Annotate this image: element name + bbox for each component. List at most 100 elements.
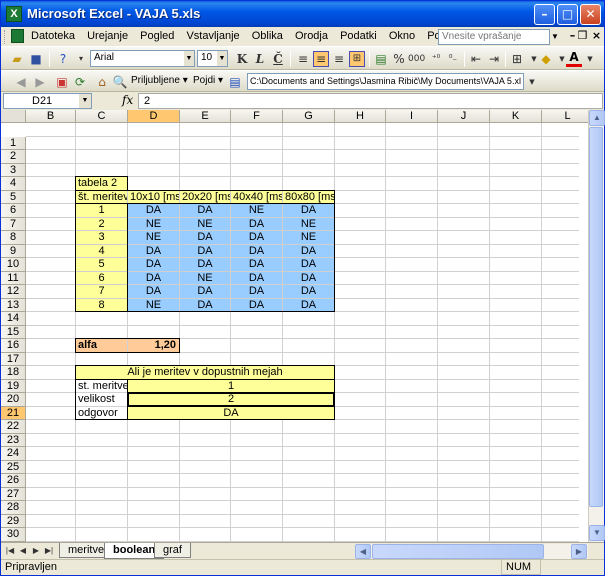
row-header-25[interactable]: 25 [1, 461, 26, 474]
fill-color-icon[interactable]: ◆ [538, 51, 554, 67]
row-header-15[interactable]: 15 [1, 326, 26, 339]
column-header-e[interactable]: E [180, 110, 231, 123]
chevron-down-icon[interactable]: ▼ [184, 51, 194, 66]
column-header-l[interactable]: L [542, 110, 594, 123]
menu-oblika[interactable]: Oblika [252, 30, 283, 42]
insert-function-icon[interactable]: fx [122, 93, 133, 107]
row-header-6[interactable]: 6 [1, 204, 26, 218]
row-header-14[interactable]: 14 [1, 312, 26, 326]
percent-button[interactable]: % [391, 51, 407, 67]
menu-datoteka[interactable]: Datoteka [31, 30, 75, 42]
column-header-g[interactable]: G [283, 110, 335, 123]
address-input[interactable]: C:\Documents and Settings\Jasmina Ribič\… [247, 73, 524, 90]
help-icon[interactable]: ? [55, 51, 71, 67]
row-header-18[interactable]: 18 [1, 366, 26, 380]
formula-input[interactable]: 2 [138, 93, 603, 109]
menu-okno[interactable]: Okno [389, 30, 415, 42]
menu-vstavljanje[interactable]: Vstavljanje [186, 30, 239, 42]
row-header-12[interactable]: 12 [1, 285, 26, 299]
search-icon[interactable]: 🔍 [112, 74, 128, 90]
open-icon[interactable]: ▰ [9, 51, 25, 67]
row-header-26[interactable]: 26 [1, 474, 26, 488]
home-icon[interactable]: ⌂ [94, 74, 110, 90]
row-header-5[interactable]: 5 [1, 191, 26, 204]
column-header-d[interactable]: D [128, 110, 180, 123]
scroll-up-icon[interactable]: ▲ [589, 110, 605, 126]
column-header-c[interactable]: C [76, 110, 128, 123]
increase-indent-icon[interactable]: ⇥ [486, 51, 502, 67]
menu-pogled[interactable]: Pogled [140, 30, 174, 42]
row-header-19[interactable]: 19 [1, 380, 26, 393]
stop-icon[interactable]: ▣ [54, 74, 70, 90]
refresh-icon[interactable]: ⟳ [72, 74, 88, 90]
help-question-input[interactable]: Vnesite vprašanje [438, 29, 550, 45]
sheet-tab-graf[interactable]: graf [154, 543, 191, 558]
worksheet-grid[interactable]: B C D E F G H I J K L 1 2 3 4 5 6 7 8 9 10 11 12 13 14 15 16 17 18 19… [1, 110, 604, 542]
column-header-f[interactable]: F [231, 110, 283, 123]
align-left-icon[interactable]: ≡ [295, 51, 311, 67]
prev-sheet-icon[interactable]: ◀ [18, 545, 28, 557]
row-header-1[interactable]: 1 [1, 137, 26, 150]
column-header-i[interactable]: I [386, 110, 438, 123]
scroll-right-icon[interactable]: ▶ [571, 544, 587, 559]
row-header-8[interactable]: 8 [1, 231, 26, 245]
workbook-restore-button[interactable]: ❐ [576, 30, 589, 43]
vertical-scrollbar[interactable]: ▲ ▼ [588, 110, 605, 542]
increase-decimal-icon[interactable]: ⁺⁰ [428, 51, 444, 67]
go-menu[interactable]: Pojdi ▾ [193, 75, 223, 86]
favorites-menu[interactable]: Priljubljene ▾ [131, 75, 188, 86]
toolbar-options-icon[interactable]: ▾ [73, 51, 89, 67]
row-header-4[interactable]: 4 [1, 177, 26, 191]
row-header-9[interactable]: 9 [1, 245, 26, 258]
bold-button[interactable]: K [234, 51, 250, 67]
row-header-13[interactable]: 13 [1, 299, 26, 312]
decrease-indent-icon[interactable]: ⇤ [468, 51, 484, 67]
row-header-2[interactable]: 2 [1, 150, 26, 164]
font-color-dropdown-icon[interactable]: ▼ [582, 51, 598, 67]
help-dropdown-icon[interactable]: ▼ [550, 29, 560, 45]
row-header-22[interactable]: 22 [1, 420, 26, 434]
menu-urejanje[interactable]: Urejanje [87, 30, 128, 42]
address-dropdown-icon[interactable]: ▼ [524, 74, 540, 90]
column-header-j[interactable]: J [438, 110, 490, 123]
horizontal-scroll-thumb[interactable] [372, 544, 544, 559]
italic-button[interactable]: L [252, 51, 268, 67]
forward-button[interactable]: ▶ [32, 74, 48, 90]
borders-icon[interactable]: ⊞ [509, 51, 525, 67]
font-color-button[interactable]: A [566, 51, 582, 67]
menu-orodja[interactable]: Orodja [295, 30, 328, 42]
last-sheet-icon[interactable]: ▶| [44, 545, 54, 557]
menu-podatki[interactable]: Podatki [340, 30, 377, 42]
column-header-h[interactable]: H [335, 110, 386, 123]
back-button[interactable]: ◀ [13, 74, 29, 90]
column-header-k[interactable]: K [490, 110, 542, 123]
row-header-23[interactable]: 23 [1, 434, 26, 447]
scroll-left-icon[interactable]: ◀ [355, 544, 371, 559]
align-center-icon[interactable]: ≡ [313, 51, 329, 67]
first-sheet-icon[interactable]: |◀ [5, 545, 15, 557]
scroll-down-icon[interactable]: ▼ [589, 525, 605, 541]
scroll-thumb[interactable] [589, 127, 603, 507]
row-header-16[interactable]: 16 [1, 339, 26, 353]
chevron-down-icon[interactable]: ▼ [217, 51, 227, 66]
row-header-20[interactable]: 20 [1, 393, 26, 407]
row-header-29[interactable]: 29 [1, 515, 26, 528]
align-right-icon[interactable]: ≡ [331, 51, 347, 67]
next-sheet-icon[interactable]: ▶ [31, 545, 41, 557]
workbook-icon[interactable] [11, 29, 24, 43]
font-size-combo[interactable]: 10 ▼ [197, 50, 228, 67]
maximize-button[interactable]: □ [557, 4, 578, 25]
row-header-21[interactable]: 21 [1, 407, 26, 420]
row-header-27[interactable]: 27 [1, 488, 26, 501]
chevron-down-icon[interactable]: ▼ [79, 94, 91, 108]
row-header-28[interactable]: 28 [1, 501, 26, 515]
show-only-web-toolbar-icon[interactable]: ▤ [227, 74, 243, 90]
save-icon[interactable]: ■ [28, 51, 44, 67]
row-header-3[interactable]: 3 [1, 164, 26, 177]
workbook-close-button[interactable]: × [590, 30, 603, 43]
row-header-10[interactable]: 10 [1, 258, 26, 272]
decrease-decimal-icon[interactable]: ⁰₋ [445, 51, 461, 67]
name-box[interactable]: D21 ▼ [3, 93, 92, 109]
font-name-combo[interactable]: Arial ▼ [90, 50, 195, 67]
select-all-corner[interactable] [1, 110, 26, 123]
